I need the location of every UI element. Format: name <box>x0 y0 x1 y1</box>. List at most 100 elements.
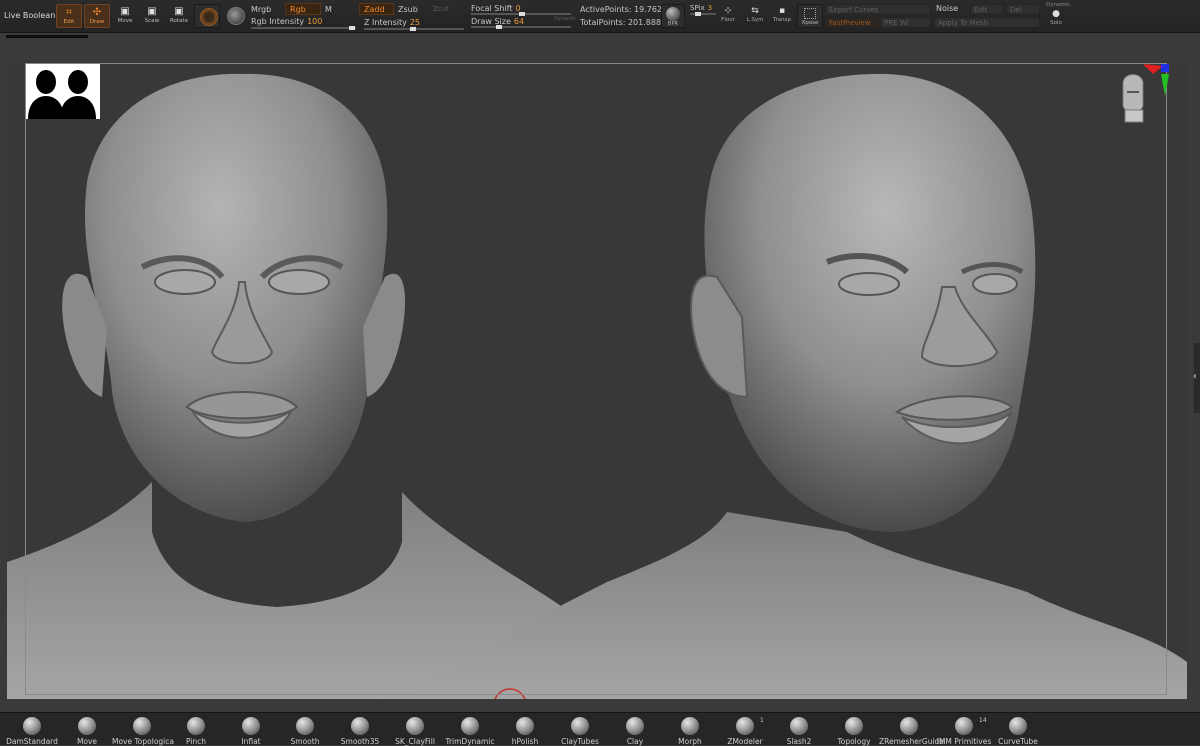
focal-shift-slider-label[interactable]: Focal Shift 0 <box>471 4 521 13</box>
brush-damstandard[interactable]: DamStandard <box>2 717 62 746</box>
focal-shift-knob[interactable] <box>519 12 525 16</box>
brush-pinch[interactable]: Pinch <box>166 717 226 746</box>
brush-icon <box>955 717 973 735</box>
brush-label: Slash2 <box>786 737 812 746</box>
brush-icon <box>242 717 260 735</box>
lsym-button[interactable]: ⇆ L.Sym <box>745 5 765 27</box>
move-icon: ▣ <box>120 6 130 17</box>
floor-button[interactable]: ⊹ Floor <box>718 5 738 27</box>
brush-zmodeler[interactable]: ZModeler 1 <box>715 717 775 746</box>
solo-button[interactable]: Dynamic ● Solo <box>1046 2 1070 26</box>
xpose-label: Xpose <box>801 20 819 26</box>
zadd-button[interactable]: Zadd <box>359 3 394 15</box>
rotate-button[interactable]: ▣ Rotate <box>166 4 192 28</box>
m-button[interactable]: M <box>325 5 332 14</box>
spix-slider-label[interactable]: SPix 3 <box>690 4 712 12</box>
zsub-button[interactable]: Zsub <box>398 5 418 14</box>
brush-sk-clayfill[interactable]: SK_ClayFill <box>385 717 445 746</box>
material-button[interactable] <box>194 4 220 28</box>
draw-size-label: Draw Size <box>471 17 511 26</box>
brush-label: Smooth <box>290 737 320 746</box>
fast-preview-button[interactable]: FastPreview <box>825 17 879 28</box>
brush-icon <box>23 717 41 735</box>
brush-curvetube[interactable]: CurveTube <box>988 717 1048 746</box>
brush-label: Move Topologica <box>112 737 174 746</box>
mrgb-button[interactable]: Mrgb <box>251 5 271 14</box>
brush-claytubes[interactable]: ClayTubes <box>550 717 610 746</box>
pre-wi-slider[interactable]: PRE Wi <box>880 17 931 28</box>
z-intensity-slider[interactable] <box>364 27 464 31</box>
edit-button[interactable]: ⌗ Edit <box>56 4 82 28</box>
xpose-button[interactable]: Xpose <box>797 4 823 28</box>
brush-label: ClayTubes <box>561 737 599 746</box>
brush-topology[interactable]: Topology <box>824 717 884 746</box>
noise-edit-button[interactable]: Edit <box>970 4 1004 15</box>
move-button[interactable]: ▣ Move <box>112 4 138 28</box>
brush-move[interactable]: Move <box>57 717 117 746</box>
noise-button[interactable]: Noise <box>936 4 958 13</box>
brush-zremesherguide[interactable]: ZRemesherGuide <box>879 717 944 746</box>
right-tray-toggle[interactable]: ‹ <box>1193 343 1200 413</box>
dynamic-toggle[interactable]: Dynamic <box>554 16 576 22</box>
bpr-button[interactable]: BPR <box>661 4 685 28</box>
transp-button[interactable]: ▪ Transp <box>772 5 792 27</box>
brush-icon <box>406 717 424 735</box>
z-intensity-knob[interactable] <box>410 27 416 31</box>
spix-label: SPix <box>690 4 705 12</box>
apply-to-mesh-button[interactable]: Apply To Mesh <box>934 17 1040 28</box>
brush-icon <box>1009 717 1027 735</box>
draw-size-slider[interactable] <box>471 25 571 29</box>
rgb-intensity-knob[interactable] <box>349 26 355 30</box>
noise-del-button[interactable]: Del <box>1006 4 1040 15</box>
brush-icon <box>790 717 808 735</box>
brush-morph[interactable]: Morph <box>660 717 720 746</box>
brush-icon <box>516 717 534 735</box>
silhouette-heads-icon <box>28 70 96 119</box>
xpose-icon <box>804 8 816 19</box>
brush-hpolish[interactable]: hPolish <box>495 717 555 746</box>
brush-slash2[interactable]: Slash2 <box>769 717 829 746</box>
brush-smooth[interactable]: Smooth <box>275 717 335 746</box>
brush-icon <box>296 717 314 735</box>
orientation-head-navigator[interactable] <box>1113 64 1169 134</box>
rgb-intensity-slider[interactable] <box>251 26 356 30</box>
zcut-button[interactable]: Zcut <box>433 5 449 13</box>
brush-icon <box>187 717 205 735</box>
brush-icon <box>461 717 479 735</box>
viewport-canvas[interactable] <box>7 62 1187 699</box>
rgb-button[interactable]: Rgb <box>285 3 321 15</box>
bpr-label: BPR <box>668 21 678 27</box>
brush-move-topologica[interactable]: Move Topologica <box>112 717 174 746</box>
spix-slider[interactable] <box>690 12 716 16</box>
scale-button[interactable]: ▣ Scale <box>139 4 165 28</box>
z-intensity-slider-label[interactable]: Z Intensity 25 <box>364 18 420 27</box>
brush-label: ZModeler <box>727 737 763 746</box>
brush-icon <box>133 717 151 735</box>
focal-shift-label: Focal Shift <box>471 4 513 13</box>
export-curves-button[interactable]: Export Curves <box>825 4 931 15</box>
material-sphere-icon <box>200 8 218 26</box>
brush-label: ZRemesherGuide <box>879 737 944 746</box>
spix-knob[interactable] <box>695 12 701 16</box>
rgb-intensity-slider-label[interactable]: Rgb Intensity 100 <box>251 17 322 26</box>
spix-value: 3 <box>707 4 713 12</box>
brush-smooth35[interactable]: Smooth35 <box>330 717 390 746</box>
transp-label: Transp <box>772 17 792 23</box>
focal-shift-slider[interactable] <box>471 12 571 16</box>
edit-icon: ⌗ <box>66 7 72 18</box>
brush-label: Pinch <box>185 737 207 746</box>
brush-clay[interactable]: Clay <box>605 717 665 746</box>
texture-button[interactable] <box>222 4 248 28</box>
scale-label: Scale <box>144 18 160 24</box>
draw-size-knob[interactable] <box>496 25 502 29</box>
rotate-icon: ▣ <box>174 6 184 17</box>
brush-label: Inflat <box>241 737 261 746</box>
brush-trimdynamic[interactable]: TrimDynamic <box>440 717 500 746</box>
brush-imm-primitives[interactable]: IMM Primitives 14 <box>934 717 994 746</box>
live-boolean-button[interactable]: Live Boolean <box>4 11 55 20</box>
draw-button[interactable]: ✣ Draw <box>84 4 110 28</box>
transparency-icon: ▪ <box>778 6 786 16</box>
brush-inflat[interactable]: Inflat <box>221 717 281 746</box>
silhouette-preview[interactable] <box>26 64 100 119</box>
z-intensity-value: 25 <box>409 18 421 27</box>
